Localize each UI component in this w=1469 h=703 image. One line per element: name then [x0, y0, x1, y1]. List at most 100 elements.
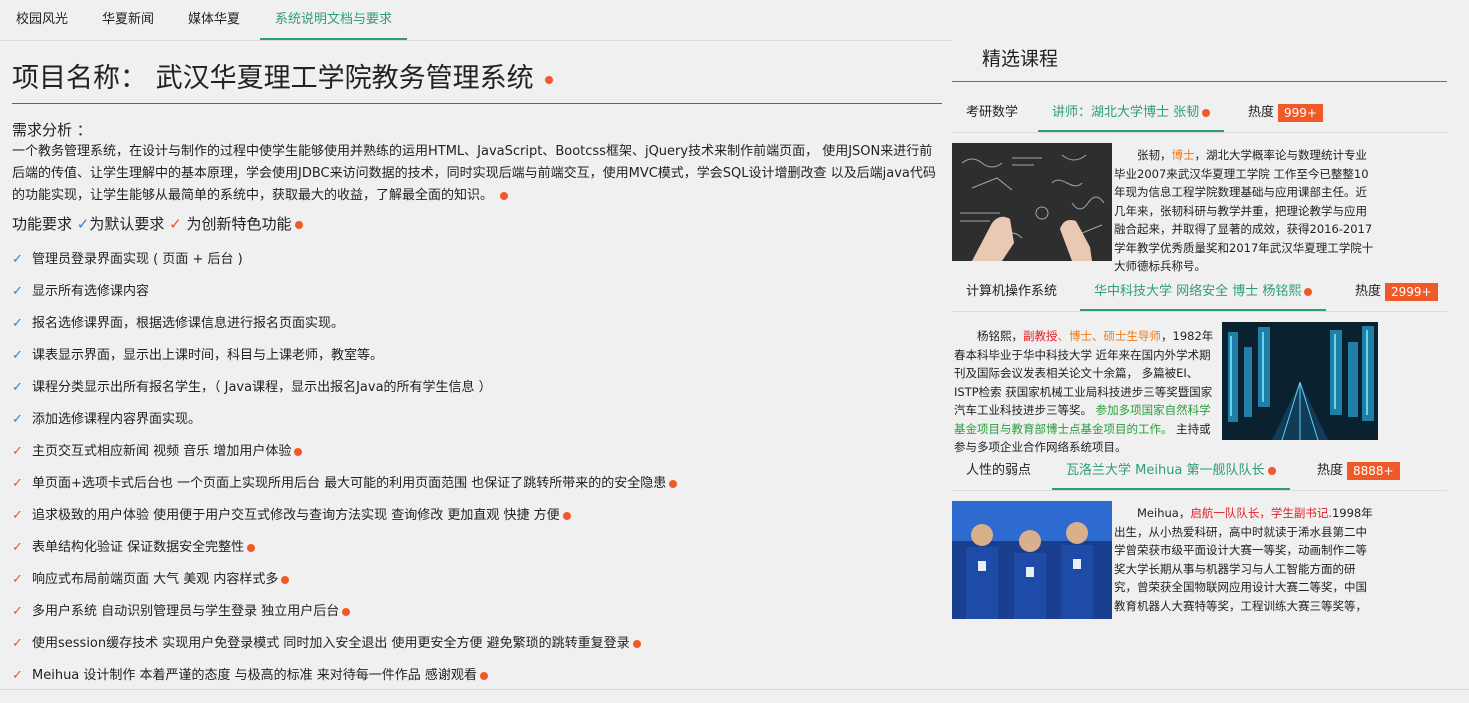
bullet-dot — [632, 639, 641, 648]
requirement-text: 单页面+选项卡式后台也 一个页面上实现所用后台 最大可能的利用页面范围 也保证了… — [32, 476, 667, 491]
bullet-dot — [1304, 287, 1313, 296]
heat-label: 热度 — [1355, 284, 1382, 299]
default-check-icon: ✓ — [12, 348, 23, 363]
requirement-item: ✓ 单页面+选项卡式后台也 一个页面上实现所用后台 最大可能的利用页面范围 也保证… — [12, 472, 678, 491]
course-bio-3: Meihua，启航一队队长，学生副书记.1998年出生，从小热爱科研，高中时就读… — [1114, 504, 1378, 618]
innovate-check-icon: ✓ — [12, 604, 23, 619]
top-tab-bar: 校园风光 华夏新闻 媒体华夏 系统说明文档与要求 — [0, 0, 952, 41]
course-lecturer[interactable]: 瓦洛兰大学 Meihua 第一舰队队长 — [1052, 452, 1290, 490]
requirement-item: ✓ 响应式布局前端页面 大气 美观 内容样式多 — [12, 568, 290, 587]
course-lecturer[interactable]: 华中科技大学 网络安全 博士 杨铭熙 — [1080, 273, 1327, 311]
description-text: 一个教务管理系统，在设计与制作的过程中使学生能够使用并熟练的运用HTML、Jav… — [12, 144, 936, 203]
course-heat: 热度 2999+ — [1355, 273, 1438, 311]
page-title: 项目名称： 武汉华夏理工学院教务管理系统 — [12, 56, 554, 95]
course-header-3: 人性的弱点 瓦洛兰大学 Meihua 第一舰队队长 热度 8888+ — [952, 452, 1447, 491]
default-check-icon: ✓ — [12, 380, 23, 395]
requirement-item: ✓ 多用户系统 自动识别管理员与学生登录 独立用户后台 — [12, 600, 351, 619]
bullet-dot — [479, 671, 488, 680]
course-image-math — [952, 143, 1112, 261]
innovate-check-icon: ✓ — [12, 636, 23, 651]
chalkboard-hands-image — [952, 143, 1112, 261]
innovate-check-icon: ✓ — [12, 476, 23, 491]
tab-media-huaxia[interactable]: 媒体华夏 — [188, 0, 240, 40]
requirement-text: 使用session缓存技术 实现用户免登录模式 同时加入安全退出 使用更安全方便… — [32, 636, 630, 651]
bottom-divider — [0, 689, 1469, 690]
bio-text: Meihua， — [1137, 506, 1191, 520]
bio-text: 1998年出生，从小热爱科研，高中时就读于浠水县第二中学曾荣获市级平面设计大赛一… — [1114, 506, 1373, 618]
innovate-check-icon: ✓ — [12, 444, 23, 459]
bio-title: 博士 — [1171, 148, 1195, 162]
default-label: 为默认要求 — [89, 215, 165, 233]
requirement-text: 课程分类显示出所有报名学生，（ Java课程，显示出报名Java的所有学生信息 … — [32, 380, 492, 395]
requirement-text: 表单结构化验证 保证数据安全完整性 — [32, 540, 245, 555]
requirement-text: 多用户系统 自动识别管理员与学生登录 独立用户后台 — [32, 604, 340, 619]
default-check-icon: ✓ — [12, 412, 23, 427]
bio-title: 启航一队队长，学生副书记. — [1190, 506, 1332, 520]
default-check-icon: ✓ — [12, 252, 23, 267]
bio-title: 、博士、硕士生导师 — [1057, 329, 1162, 343]
lecturer-text: 瓦洛兰大学 Meihua 第一舰队队长 — [1066, 463, 1265, 478]
requirement-text: 追求极致的用户体验 使用便于用户交互式修改与查询方法实现 查询修改 更加直观 快… — [32, 508, 560, 523]
default-check-icon: ✓ — [12, 284, 23, 299]
heat-badge: 999+ — [1278, 103, 1323, 122]
bullet-dot — [562, 511, 571, 520]
course-name[interactable]: 人性的弱点 — [966, 452, 1031, 490]
requirement-text: Meihua 设计制作 本着严谨的态度 与极高的标准 来对待每一件作品 感谢观看 — [32, 668, 477, 683]
innovate-check-icon: ✓ — [169, 215, 182, 233]
requirements-heading: 需求分析 ： — [12, 121, 92, 139]
cyber-city-image — [1222, 322, 1378, 440]
bio-text: 杨铭熙， — [977, 329, 1023, 343]
lecturer-text: 华中科技大学 网络安全 博士 杨铭熙 — [1094, 284, 1302, 299]
bullet-dot — [342, 607, 351, 616]
requirement-item: ✓ 使用session缓存技术 实现用户免登录模式 同时加入安全退出 使用更安全方… — [12, 632, 641, 651]
course-lecturer[interactable]: 讲师：湖北大学博士 张韧 — [1038, 94, 1225, 132]
bio-title: 副教授 — [1023, 329, 1058, 343]
bullet-dot — [669, 479, 678, 488]
course-name[interactable]: 计算机操作系统 — [966, 273, 1057, 311]
requirement-item: ✓ 课表显示界面，显示出上课时间，科目与上课老师，教室等。 — [12, 344, 383, 363]
bullet-dot — [1267, 466, 1276, 475]
project-title-text: 项目名称： 武汉华夏理工学院教务管理系统 — [12, 63, 534, 94]
bio-text: 张韧， — [1137, 148, 1172, 162]
heat-label: 热度 — [1248, 105, 1275, 120]
requirement-text: 显示所有选修课内容 — [32, 284, 150, 299]
course-bio-2: 杨铭熙，副教授、博士、硕士生导师，1982年春本科毕业于华中科技大学 近年来在国… — [954, 327, 1220, 457]
course-header-2: 计算机操作系统 华中科技大学 网络安全 博士 杨铭熙 热度 2999+ — [952, 273, 1447, 312]
description-paragraph: 一个教务管理系统，在设计与制作的过程中使学生能够使用并熟练的运用HTML、Jav… — [12, 141, 942, 207]
course-heat: 热度 8888+ — [1317, 452, 1400, 490]
heat-badge: 2999+ — [1385, 282, 1438, 301]
bullet-dot — [545, 75, 554, 84]
bullet-dot — [1202, 108, 1211, 117]
requirement-item: ✓ 报名选修课界面，根据选修课信息进行报名页面实现。 — [12, 312, 344, 331]
bullet-dot — [500, 191, 509, 200]
tab-huaxia-news[interactable]: 华夏新闻 — [102, 0, 154, 40]
featured-title: 精选课程 — [982, 48, 1059, 70]
requirement-item: ✓ 课程分类显示出所有报名学生，（ Java课程，显示出报名Java的所有学生信息… — [12, 376, 492, 395]
requirement-item: ✓ 主页交互式相应新闻 视频 音乐 增加用户体验 — [12, 440, 303, 459]
bullet-dot — [247, 543, 256, 552]
bullet-dot — [281, 575, 290, 584]
featured-divider — [952, 81, 1447, 82]
course-name[interactable]: 考研数学 — [966, 94, 1018, 132]
default-check-icon: ✓ — [76, 215, 90, 233]
bullet-dot — [294, 447, 303, 456]
course-bio-1: 张韧，博士，湖北大学概率论与数理统计专业毕业2007来武汉华夏理工学院 工作至今… — [1114, 146, 1378, 276]
requirement-text: 添加选修课程内容界面实现。 — [32, 412, 202, 427]
tab-campus-scenery[interactable]: 校园风光 — [16, 0, 68, 40]
heat-label: 热度 — [1317, 463, 1344, 478]
requirement-item: ✓ 添加选修课程内容界面实现。 — [12, 408, 201, 427]
requirement-item: ✓ 显示所有选修课内容 — [12, 280, 149, 299]
function-legend: 功能要求 ✓为默认要求 ✓ 为创新特色功能 — [12, 213, 303, 234]
innovate-check-icon: ✓ — [12, 540, 23, 555]
requirement-text: 课表显示界面，显示出上课时间，科目与上课老师，教室等。 — [32, 348, 384, 363]
function-label: 功能要求 — [12, 215, 73, 233]
innovate-check-icon: ✓ — [12, 668, 23, 683]
tab-system-docs[interactable]: 系统说明文档与要求 — [260, 0, 408, 40]
course-header-1: 考研数学 讲师：湖北大学博士 张韧 热度 999+ — [952, 94, 1447, 133]
innovate-check-icon: ✓ — [12, 572, 23, 587]
requirement-item: ✓ Meihua 设计制作 本着严谨的态度 与极高的标准 来对待每一件作品 感谢观… — [12, 664, 488, 683]
heat-badge: 8888+ — [1347, 461, 1400, 480]
requirement-item: ✓ 表单结构化验证 保证数据安全完整性 — [12, 536, 256, 555]
lecturer-text: 讲师：湖北大学博士 张韧 — [1052, 105, 1200, 120]
default-check-icon: ✓ — [12, 316, 23, 331]
